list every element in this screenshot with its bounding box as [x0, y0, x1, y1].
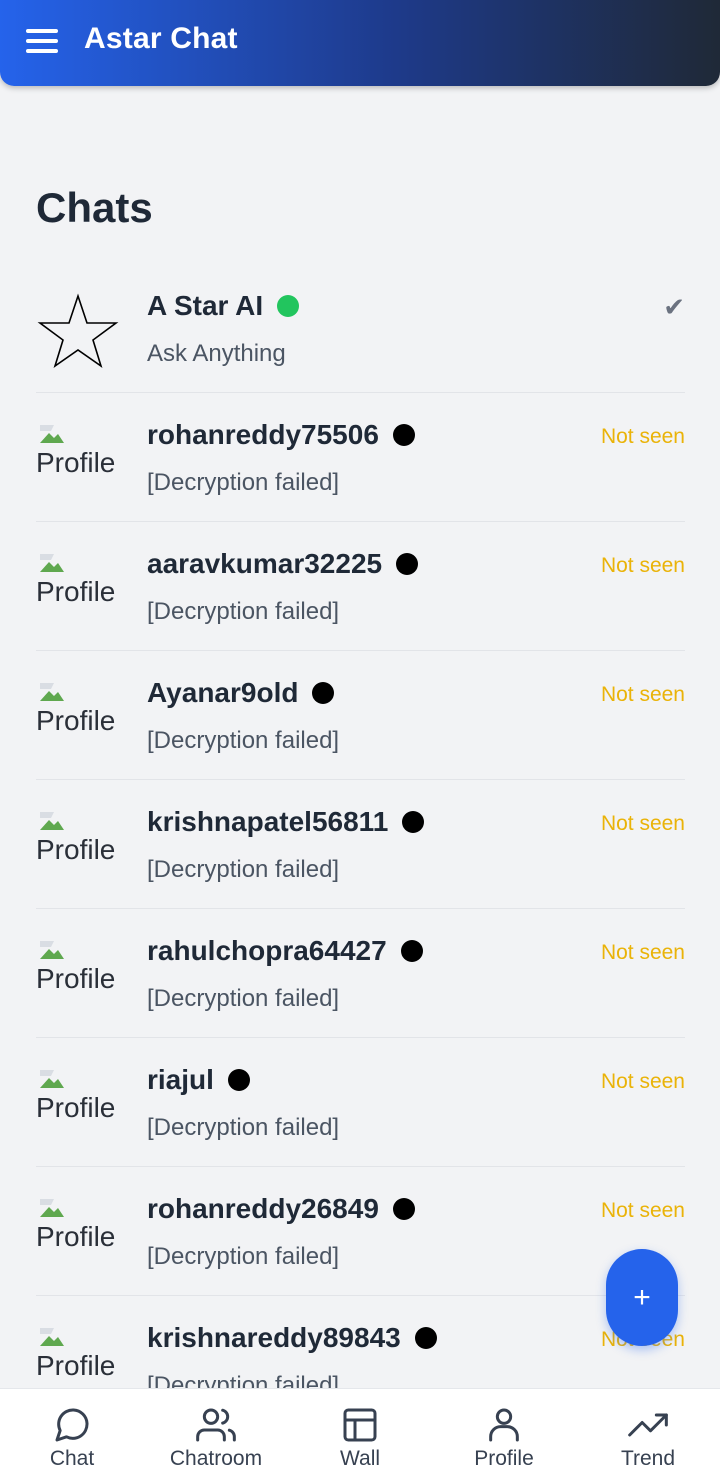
- profile-avatar: Profile: [36, 679, 126, 739]
- nav-chat[interactable]: Chat: [0, 1389, 144, 1484]
- chat-item[interactable]: Profile krishnapatel56811 [Decryption fa…: [36, 780, 685, 909]
- chat-preview: [Decryption failed]: [147, 985, 340, 1012]
- chat-name: Ayanar9old: [147, 677, 299, 708]
- broken-image-icon: [40, 1328, 64, 1346]
- chat-bubble-icon: [55, 1408, 89, 1442]
- chat-item-a-star-ai[interactable]: A Star AI Ask Anything ✔: [36, 264, 685, 393]
- offline-status-dot: [392, 424, 415, 446]
- seen-status: Not seen: [600, 683, 685, 706]
- star-icon: [37, 293, 119, 368]
- chat-item[interactable]: Profile riajul [Decryption failed] Not s…: [36, 1038, 685, 1167]
- offline-status-dot: [402, 811, 425, 833]
- chat-name: aaravkumar32225: [147, 548, 383, 579]
- seen-status: Not seen: [600, 425, 685, 448]
- offline-status-dot: [400, 940, 423, 962]
- profile-avatar: Profile: [36, 1066, 126, 1126]
- chat-preview: [Decryption failed]: [147, 727, 340, 754]
- chat-name: riajul: [147, 1064, 214, 1095]
- nav-trend[interactable]: Trend: [576, 1389, 720, 1484]
- chat-item[interactable]: Profile krishnareddy89843 [Decryption fa…: [36, 1296, 685, 1388]
- chat-name: krishnapatel56811: [147, 806, 389, 837]
- seen-status: Not seen: [600, 554, 685, 577]
- online-status-dot: [277, 295, 300, 317]
- broken-image-icon: [40, 554, 64, 572]
- broken-image-icon: [40, 1070, 64, 1088]
- broken-image-icon: [40, 683, 64, 701]
- chat-preview: [Decryption failed]: [147, 598, 340, 625]
- chat-item[interactable]: Profile rahulchopra64427 [Decryption fai…: [36, 909, 685, 1038]
- broken-image-icon: [40, 812, 64, 830]
- profile-avatar: Profile: [36, 421, 126, 481]
- bottom-navigation: Chat Chatroom Wall Profile Trend: [0, 1388, 720, 1484]
- chat-name: rohanreddy75506: [147, 419, 379, 450]
- checkmark-icon: ✔: [663, 292, 685, 322]
- chat-preview: [Decryption failed]: [147, 1372, 340, 1388]
- chat-list: A Star AI Ask Anything ✔ Profile rohanre…: [36, 264, 685, 1388]
- app-header: Astar Chat: [0, 0, 720, 86]
- nav-label: Profile: [474, 1447, 534, 1470]
- broken-image-icon: [40, 1199, 64, 1217]
- chat-name: krishnareddy89843: [147, 1322, 401, 1353]
- nav-chatroom[interactable]: Chatroom: [144, 1389, 288, 1484]
- chat-item[interactable]: Profile aaravkumar32225 [Decryption fail…: [36, 522, 685, 651]
- profile-avatar: Profile: [36, 550, 126, 610]
- page-title: Chats: [36, 184, 153, 231]
- profile-avatar: Profile: [36, 937, 126, 997]
- chat-preview: Ask Anything: [147, 340, 286, 367]
- offline-status-dot: [396, 553, 419, 575]
- offline-status-dot: [312, 682, 335, 704]
- chat-name: rohanreddy26849: [147, 1193, 379, 1224]
- seen-status: Not seen: [600, 1199, 685, 1222]
- nav-label: Chat: [49, 1447, 95, 1470]
- hamburger-menu-icon[interactable]: [24, 25, 60, 57]
- seen-status: Not seen: [600, 1070, 685, 1093]
- broken-image-icon: [40, 425, 64, 443]
- chat-item[interactable]: Profile Ayanar9old [Decryption failed] N…: [36, 651, 685, 780]
- nav-profile[interactable]: Profile: [432, 1389, 576, 1484]
- chat-name: rahulchopra64427: [147, 935, 387, 966]
- users-icon: [196, 1408, 236, 1442]
- chat-preview: [Decryption failed]: [147, 469, 340, 496]
- layout-icon: [343, 1408, 377, 1442]
- chat-item[interactable]: Profile rohanreddy26849 [Decryption fail…: [36, 1167, 685, 1296]
- nav-wall[interactable]: Wall: [288, 1389, 432, 1484]
- offline-status-dot: [227, 1069, 250, 1091]
- chat-name: A Star AI: [147, 290, 264, 321]
- chat-preview: [Decryption failed]: [147, 1114, 340, 1141]
- seen-status: Not seen: [600, 812, 685, 835]
- trending-up-icon: [628, 1413, 668, 1437]
- profile-avatar: Profile: [36, 1195, 126, 1255]
- profile-avatar: Profile: [36, 808, 126, 868]
- app-title: Astar Chat: [84, 22, 238, 55]
- seen-status: Not seen: [600, 941, 685, 964]
- profile-avatar: Profile: [36, 1324, 126, 1384]
- chat-preview: [Decryption failed]: [147, 856, 340, 883]
- chat-item[interactable]: Profile rohanreddy75506 [Decryption fail…: [36, 393, 685, 522]
- nav-label: Chatroom: [169, 1447, 263, 1470]
- nav-label: Trend: [620, 1447, 676, 1470]
- chat-preview: [Decryption failed]: [147, 1243, 340, 1270]
- offline-status-dot: [414, 1327, 437, 1349]
- broken-image-icon: [40, 941, 64, 959]
- offline-status-dot: [392, 1198, 415, 1220]
- user-icon: [489, 1408, 519, 1442]
- new-chat-button[interactable]: +: [606, 1249, 678, 1346]
- nav-label: Wall: [339, 1447, 381, 1470]
